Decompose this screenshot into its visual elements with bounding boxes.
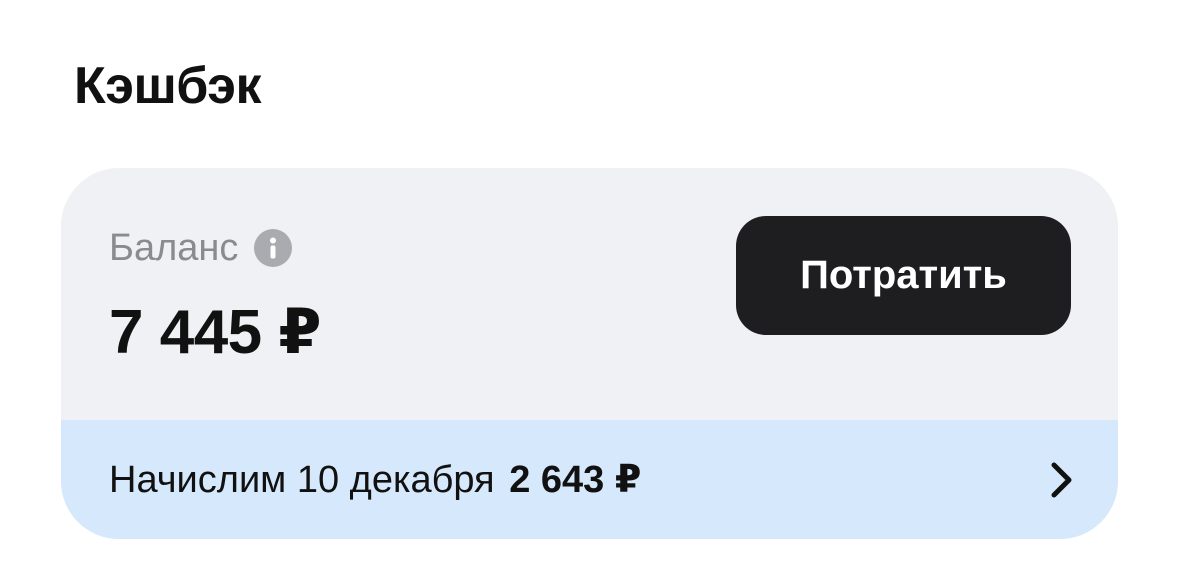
- balance-block: Баланс 7 445 ₽: [109, 226, 322, 368]
- info-icon[interactable]: [254, 229, 293, 267]
- balance-amount: 7 445 ₽: [109, 298, 322, 367]
- balance-label: Баланс: [109, 227, 239, 269]
- accrual-row[interactable]: Начислим 10 декабря 2 643 ₽: [61, 420, 1118, 539]
- accrual-amount: 2 643 ₽: [509, 458, 642, 501]
- cashback-card: Баланс 7 445 ₽ Потратить Начислим 10 дек…: [61, 168, 1118, 539]
- chevron-right-icon: [1051, 462, 1072, 498]
- cashback-screen: Кэшбэк Баланс 7 445 ₽ Потратить Начислим…: [0, 0, 1179, 579]
- accrual-text: Начислим 10 декабря 2 643 ₽: [109, 458, 641, 502]
- accrual-date-text: Начислим 10 декабря: [109, 458, 495, 501]
- spend-button[interactable]: Потратить: [736, 216, 1071, 335]
- section-title: Кэшбэк: [74, 57, 261, 115]
- balance-label-row: Баланс: [109, 226, 321, 270]
